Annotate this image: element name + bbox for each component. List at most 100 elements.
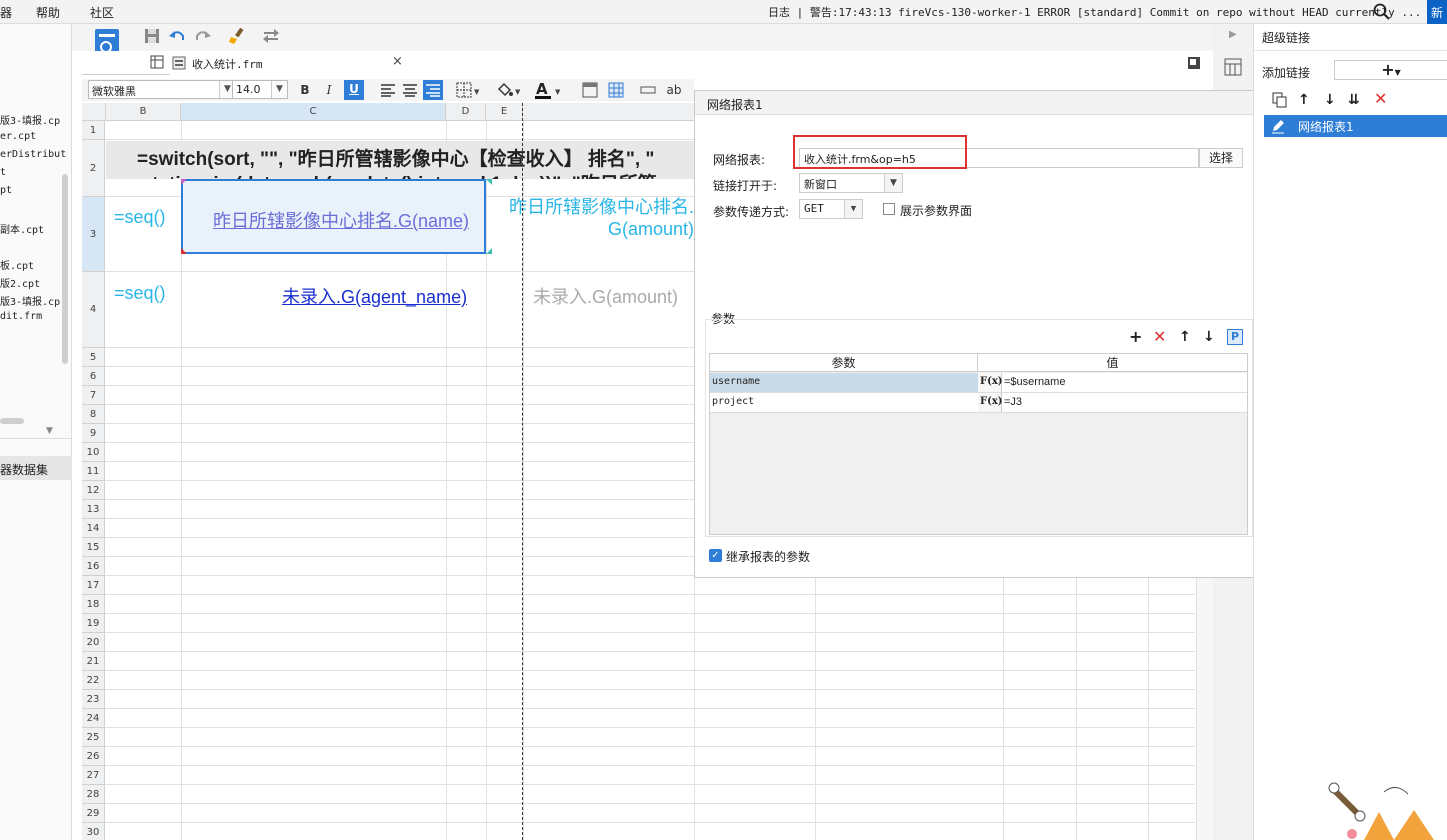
delete-param-icon[interactable]: ✕ bbox=[1153, 329, 1166, 345]
file-item[interactable]: dit.frm bbox=[0, 311, 42, 322]
column-header-E[interactable]: E bbox=[486, 103, 523, 121]
add-link-dropdown[interactable]: +▼ bbox=[1334, 60, 1447, 80]
row-header[interactable]: 20 bbox=[82, 633, 105, 652]
menu-server[interactable]: 器 bbox=[0, 4, 12, 21]
param-name-cell[interactable]: project bbox=[710, 393, 978, 412]
formula-fx-button[interactable]: F(x) bbox=[978, 373, 1003, 392]
file-item[interactable]: 版3-填报.cp bbox=[0, 293, 60, 308]
row-header[interactable]: 23 bbox=[82, 690, 105, 709]
cell-C3-selected[interactable]: 昨日所辖影像中心排名.G(name) bbox=[181, 179, 486, 254]
row-header[interactable]: 8 bbox=[82, 405, 105, 424]
row-header[interactable]: 12 bbox=[82, 481, 105, 500]
param-name-cell[interactable]: username bbox=[710, 373, 978, 392]
column-header-B[interactable]: B bbox=[106, 103, 181, 121]
align-right-icon[interactable] bbox=[423, 80, 443, 100]
save-icon[interactable] bbox=[144, 28, 160, 47]
formula-fx-button[interactable]: F(x) bbox=[978, 393, 1003, 412]
row-header[interactable]: 1 bbox=[82, 121, 105, 140]
row-header[interactable]: 6 bbox=[82, 367, 105, 386]
param-value-cell[interactable]: =J3 bbox=[1002, 393, 1247, 412]
align-left-icon[interactable] bbox=[380, 83, 396, 100]
row-header[interactable]: 10 bbox=[82, 443, 105, 462]
row-header[interactable]: 3 bbox=[82, 197, 105, 272]
grid-view-icon[interactable] bbox=[150, 55, 164, 72]
corner-cell[interactable] bbox=[82, 103, 106, 121]
param-method-select[interactable]: GET ▼ bbox=[799, 199, 863, 219]
italic-button[interactable]: I bbox=[320, 81, 338, 99]
underline-button[interactable]: U bbox=[344, 80, 364, 100]
file-item[interactable]: pt bbox=[0, 185, 12, 196]
cell-B3[interactable]: =seq() bbox=[114, 207, 166, 228]
text-direction-button[interactable]: ab bbox=[664, 81, 684, 99]
row-header[interactable]: 30 bbox=[82, 823, 105, 840]
file-item[interactable]: 副本.cpt bbox=[0, 221, 44, 236]
bold-button[interactable]: B bbox=[296, 81, 314, 99]
border-icon[interactable]: ▼ bbox=[456, 82, 480, 101]
row-header[interactable]: 4 bbox=[82, 272, 105, 348]
row-header[interactable]: 5 bbox=[82, 348, 105, 367]
menu-help[interactable]: 帮助 bbox=[36, 4, 60, 21]
move-up-icon[interactable]: ↑ bbox=[1179, 329, 1191, 345]
row-header[interactable]: 24 bbox=[82, 709, 105, 728]
row-header[interactable]: 13 bbox=[82, 500, 105, 519]
row-header[interactable]: 27 bbox=[82, 766, 105, 785]
copy-icon[interactable] bbox=[1272, 92, 1288, 112]
search-icon[interactable] bbox=[1373, 3, 1391, 21]
link-item-network-report[interactable]: 网络报表1 bbox=[1264, 115, 1447, 137]
table-row[interactable]: project F(x) =J3 bbox=[710, 393, 1247, 413]
table-row[interactable]: username F(x) =$username bbox=[710, 373, 1247, 393]
row-header[interactable]: 7 bbox=[82, 386, 105, 405]
format-painter-icon[interactable] bbox=[228, 27, 246, 48]
sort-icon[interactable]: ⇊ bbox=[1348, 92, 1360, 108]
move-down-icon[interactable]: ↓ bbox=[1324, 92, 1336, 108]
close-tab-icon[interactable]: × bbox=[392, 54, 403, 69]
move-up-icon[interactable]: ↑ bbox=[1298, 92, 1310, 108]
align-center-icon[interactable] bbox=[402, 83, 418, 100]
param-p-button[interactable]: P bbox=[1227, 329, 1243, 345]
font-color-icon[interactable]: A ▼ bbox=[534, 80, 562, 103]
file-item[interactable]: er.cpt bbox=[0, 131, 36, 142]
h-scrollbar[interactable] bbox=[0, 418, 24, 424]
file-scrollbar[interactable] bbox=[62, 174, 68, 364]
row-header[interactable]: 16 bbox=[82, 557, 105, 576]
panel-toggle-icon[interactable] bbox=[1187, 56, 1201, 73]
row-header[interactable]: 9 bbox=[82, 424, 105, 443]
choose-button[interactable]: 选择 bbox=[1199, 148, 1243, 168]
row-header[interactable]: 26 bbox=[82, 747, 105, 766]
show-params-checkbox[interactable] bbox=[883, 203, 895, 215]
row-header[interactable]: 2 bbox=[82, 140, 105, 197]
row-header[interactable]: 29 bbox=[82, 804, 105, 823]
file-item[interactable]: 版3-填报.cp bbox=[0, 112, 60, 127]
cell-I4[interactable]: 未录入.G(amount) bbox=[533, 283, 678, 309]
row-header[interactable]: 19 bbox=[82, 614, 105, 633]
file-item[interactable]: 板.cpt bbox=[0, 257, 34, 272]
open-in-select[interactable]: 新窗口 ▼ bbox=[799, 173, 903, 193]
dataset-header[interactable]: 器数据集 bbox=[0, 456, 72, 480]
freeze-icon[interactable] bbox=[582, 82, 598, 101]
inherit-params-checkbox[interactable]: ✓ bbox=[709, 549, 722, 562]
log-link[interactable]: 日志 bbox=[768, 6, 790, 19]
delete-link-icon[interactable]: ✕ bbox=[1374, 91, 1387, 107]
cell-B4[interactable]: =seq() bbox=[114, 283, 166, 304]
font-family-select[interactable]: 微软雅黑 ▼ bbox=[88, 80, 236, 99]
row-header[interactable]: 21 bbox=[82, 652, 105, 671]
row-header[interactable]: 17 bbox=[82, 576, 105, 595]
menu-community[interactable]: 社区 bbox=[90, 4, 114, 21]
column-header-D[interactable]: D bbox=[446, 103, 486, 121]
row-header[interactable]: 14 bbox=[82, 519, 105, 538]
corner-tab[interactable]: 新 bbox=[1427, 0, 1447, 24]
tab-income-stats[interactable]: 收入统计.frm × bbox=[170, 51, 407, 75]
redo-icon[interactable] bbox=[194, 27, 212, 48]
cell-C4[interactable]: 未录入.G(agent_name) bbox=[282, 283, 467, 309]
layout-panel-icon[interactable] bbox=[1224, 58, 1242, 79]
file-item[interactable]: erDistribut bbox=[0, 149, 66, 160]
warning-message[interactable]: 警告:17:43:13 fireVcs-130-worker-1 ERROR [… bbox=[810, 6, 1421, 19]
row-header[interactable]: 22 bbox=[82, 671, 105, 690]
collapse-arrow-icon[interactable]: ▼ bbox=[46, 426, 53, 436]
column-header-C[interactable]: C bbox=[181, 103, 446, 121]
swap-icon[interactable] bbox=[262, 28, 280, 47]
undo-icon[interactable] bbox=[168, 27, 186, 48]
row-header[interactable]: 15 bbox=[82, 538, 105, 557]
file-item[interactable]: t bbox=[0, 167, 6, 178]
add-param-icon[interactable]: + bbox=[1129, 329, 1142, 345]
